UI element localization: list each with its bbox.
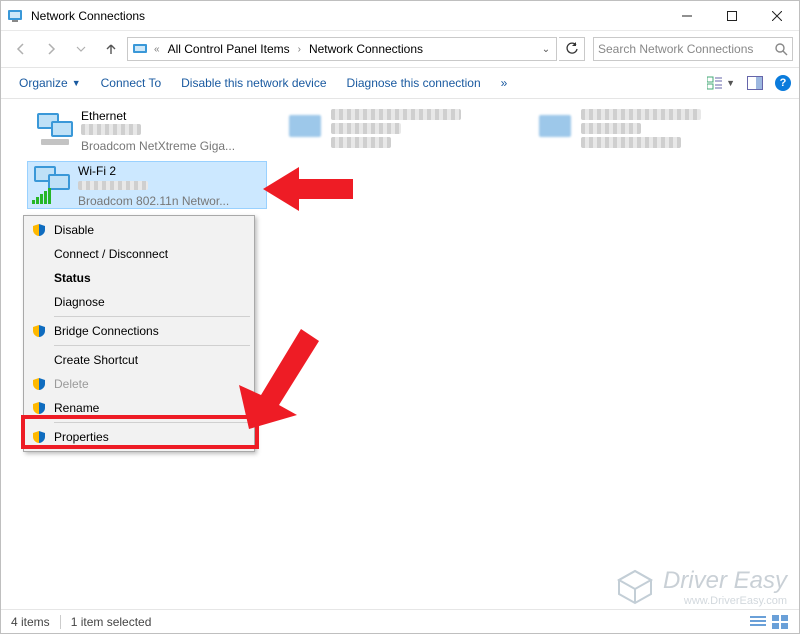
menu-separator xyxy=(54,316,250,317)
breadcrumb-item-2[interactable]: Network Connections xyxy=(307,42,425,56)
window-title: Network Connections xyxy=(31,9,664,23)
ethernet-adapter-icon xyxy=(35,109,75,149)
connection-name: Ethernet xyxy=(81,109,235,124)
connection-item-redacted-1[interactable] xyxy=(281,107,521,155)
signal-strength-icon xyxy=(32,188,51,204)
more-commands-button[interactable]: » xyxy=(491,68,518,98)
minimize-button[interactable] xyxy=(664,1,709,30)
address-dropdown-icon[interactable]: ⌄ xyxy=(538,44,554,55)
up-button[interactable] xyxy=(97,35,125,63)
diagnose-connection-button[interactable]: Diagnose this connection xyxy=(337,68,491,98)
shield-icon xyxy=(32,377,46,391)
search-icon xyxy=(775,43,788,56)
menu-separator xyxy=(54,345,250,346)
recent-dropdown[interactable] xyxy=(67,35,95,63)
ctx-diagnose[interactable]: Diagnose xyxy=(26,290,252,314)
connect-to-button[interactable]: Connect To xyxy=(91,68,172,98)
ctx-bridge-connections[interactable]: Bridge Connections xyxy=(26,319,252,343)
view-icon xyxy=(707,76,723,90)
context-menu: Disable Connect / Disconnect Status Diag… xyxy=(23,215,255,452)
ctx-delete: Delete xyxy=(26,372,252,396)
connection-item-ethernet[interactable]: Ethernet Broadcom NetXtreme Giga... xyxy=(31,107,271,155)
window-controls xyxy=(664,1,799,30)
adapter-icon xyxy=(285,109,325,149)
ctx-disable[interactable]: Disable xyxy=(26,218,252,242)
command-bar: Organize▼ Connect To Disable this networ… xyxy=(1,67,799,99)
close-button[interactable] xyxy=(754,1,799,30)
wifi-adapter-icon xyxy=(32,164,72,204)
shield-icon xyxy=(32,430,46,444)
breadcrumb-sep-icon: « xyxy=(152,44,162,55)
control-panel-icon xyxy=(7,8,23,24)
shield-icon xyxy=(32,324,46,338)
status-bar: 4 items 1 item selected xyxy=(1,609,799,633)
view-options-button[interactable]: ▼ xyxy=(707,76,735,90)
preview-pane-button[interactable] xyxy=(747,76,763,90)
connection-adapter: Broadcom NetXtreme Giga... xyxy=(81,139,235,154)
menu-separator xyxy=(54,422,250,423)
maximize-button[interactable] xyxy=(709,1,754,30)
ctx-create-shortcut[interactable]: Create Shortcut xyxy=(26,348,252,372)
breadcrumb-item-1[interactable]: All Control Panel Items xyxy=(166,42,292,56)
refresh-button[interactable] xyxy=(559,37,585,61)
shield-icon xyxy=(32,401,46,415)
address-bar[interactable]: « All Control Panel Items › Network Conn… xyxy=(127,37,557,61)
connection-name: Wi-Fi 2 xyxy=(78,164,229,179)
ctx-rename[interactable]: Rename xyxy=(26,396,252,420)
details-view-button[interactable] xyxy=(749,614,767,630)
titlebar: Network Connections xyxy=(1,1,799,31)
forward-button[interactable] xyxy=(37,35,65,63)
organize-menu[interactable]: Organize▼ xyxy=(9,68,91,98)
ctx-connect-disconnect[interactable]: Connect / Disconnect xyxy=(26,242,252,266)
ctx-properties[interactable]: Properties xyxy=(26,425,252,449)
connection-item-redacted-2[interactable] xyxy=(531,107,771,155)
ctx-status[interactable]: Status xyxy=(26,266,252,290)
shield-icon xyxy=(32,223,46,237)
chevron-down-icon: ▼ xyxy=(72,78,81,88)
adapter-icon xyxy=(535,109,575,149)
status-item-count: 4 items xyxy=(11,615,50,629)
status-selected-count: 1 item selected xyxy=(71,615,152,629)
preview-pane-icon xyxy=(747,76,763,90)
search-input[interactable]: Search Network Connections xyxy=(593,37,793,61)
location-icon xyxy=(132,41,148,57)
back-button[interactable] xyxy=(7,35,35,63)
large-icons-view-button[interactable] xyxy=(771,614,789,630)
help-button[interactable]: ? xyxy=(775,75,791,91)
disable-device-button[interactable]: Disable this network device xyxy=(171,68,336,98)
navigation-bar: « All Control Panel Items › Network Conn… xyxy=(1,31,799,67)
connection-adapter: Broadcom 802.11n Networ... xyxy=(78,194,229,209)
connection-item-wifi2[interactable]: Wi-Fi 2 Broadcom 802.11n Networ... xyxy=(27,161,267,209)
chevron-right-icon[interactable]: › xyxy=(296,44,303,55)
search-placeholder: Search Network Connections xyxy=(598,42,775,56)
